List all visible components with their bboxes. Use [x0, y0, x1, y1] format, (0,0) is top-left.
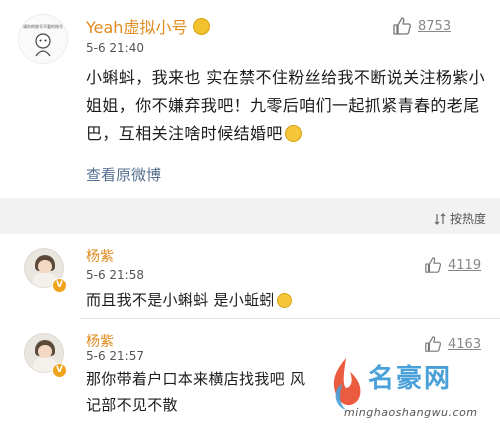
vip-badge-icon [193, 17, 211, 35]
thumbs-up-icon [425, 336, 442, 352]
post-like-button[interactable]: 8753 [392, 16, 451, 36]
post-avatar[interactable]: 请你的账号不要的账号 [18, 14, 68, 64]
post-like-count: 8753 [418, 18, 452, 34]
comment-text-line1: 那你带着户口本来横店找我吧 风 [86, 370, 306, 388]
thumbs-up-icon [393, 17, 411, 35]
comment-time: 5-6 21:58 [86, 268, 144, 282]
comment-like-button[interactable]: 4119 [424, 256, 481, 274]
verified-badge-icon: V [52, 363, 67, 378]
comment-item: V 杨紫 5-6 21:58 4119 而且我不是小蝌蚪 是小蚯蚓 [0, 234, 500, 318]
cartoon-figure-icon [35, 33, 51, 57]
verified-badge-icon: V [52, 278, 67, 293]
comment-like-count: 4119 [448, 257, 482, 273]
comment-username[interactable]: 杨紫 [86, 246, 114, 266]
laugh-emoji-icon [284, 125, 302, 142]
post-username[interactable]: Yeah虚拟小号 [86, 14, 187, 38]
thumbs-up-icon [425, 257, 442, 273]
comment-like-button[interactable]: 4163 [424, 335, 481, 353]
smile-emoji-icon [276, 293, 292, 308]
section-separator [0, 198, 500, 234]
comment-text-body: 而且我不是小蝌蚪 是小蚯蚓 [86, 291, 275, 309]
comment-text: 而且我不是小蝌蚪 是小蚯蚓 [86, 288, 292, 312]
site-watermark: 名豪网 minghaoshangwu.com [324, 354, 494, 424]
comment-username[interactable]: 杨紫 [86, 331, 114, 351]
watermark-title: 名豪网 [368, 364, 453, 394]
main-post: 请你的账号不要的账号 Yeah虚拟小号 5-6 21:40 8753 小蝌蚪，我… [0, 0, 500, 198]
sort-icon [434, 212, 446, 225]
sort-label: 按热度 [449, 212, 486, 226]
view-original-link[interactable]: 查看原微博 [86, 164, 161, 185]
post-time: 5-6 21:40 [86, 41, 144, 55]
post-text: 小蝌蚪，我来也 实在禁不住粉丝给我不断说关注杨紫小姐姐，你不嫌弃我吧！九零后咱们… [86, 64, 486, 148]
flame-logo-icon [333, 358, 361, 410]
comment-like-count: 4163 [448, 336, 482, 352]
comment-time: 5-6 21:57 [86, 349, 144, 363]
watermark-url: minghaoshangwu.com [344, 406, 478, 419]
avatar-caption: 请你的账号不要的账号 [23, 24, 63, 29]
comment-text-line2: 记部不见不散 [86, 396, 178, 414]
post-header: Yeah虚拟小号 [86, 14, 211, 38]
sort-by-hot-button[interactable]: 按热度 [434, 210, 486, 227]
